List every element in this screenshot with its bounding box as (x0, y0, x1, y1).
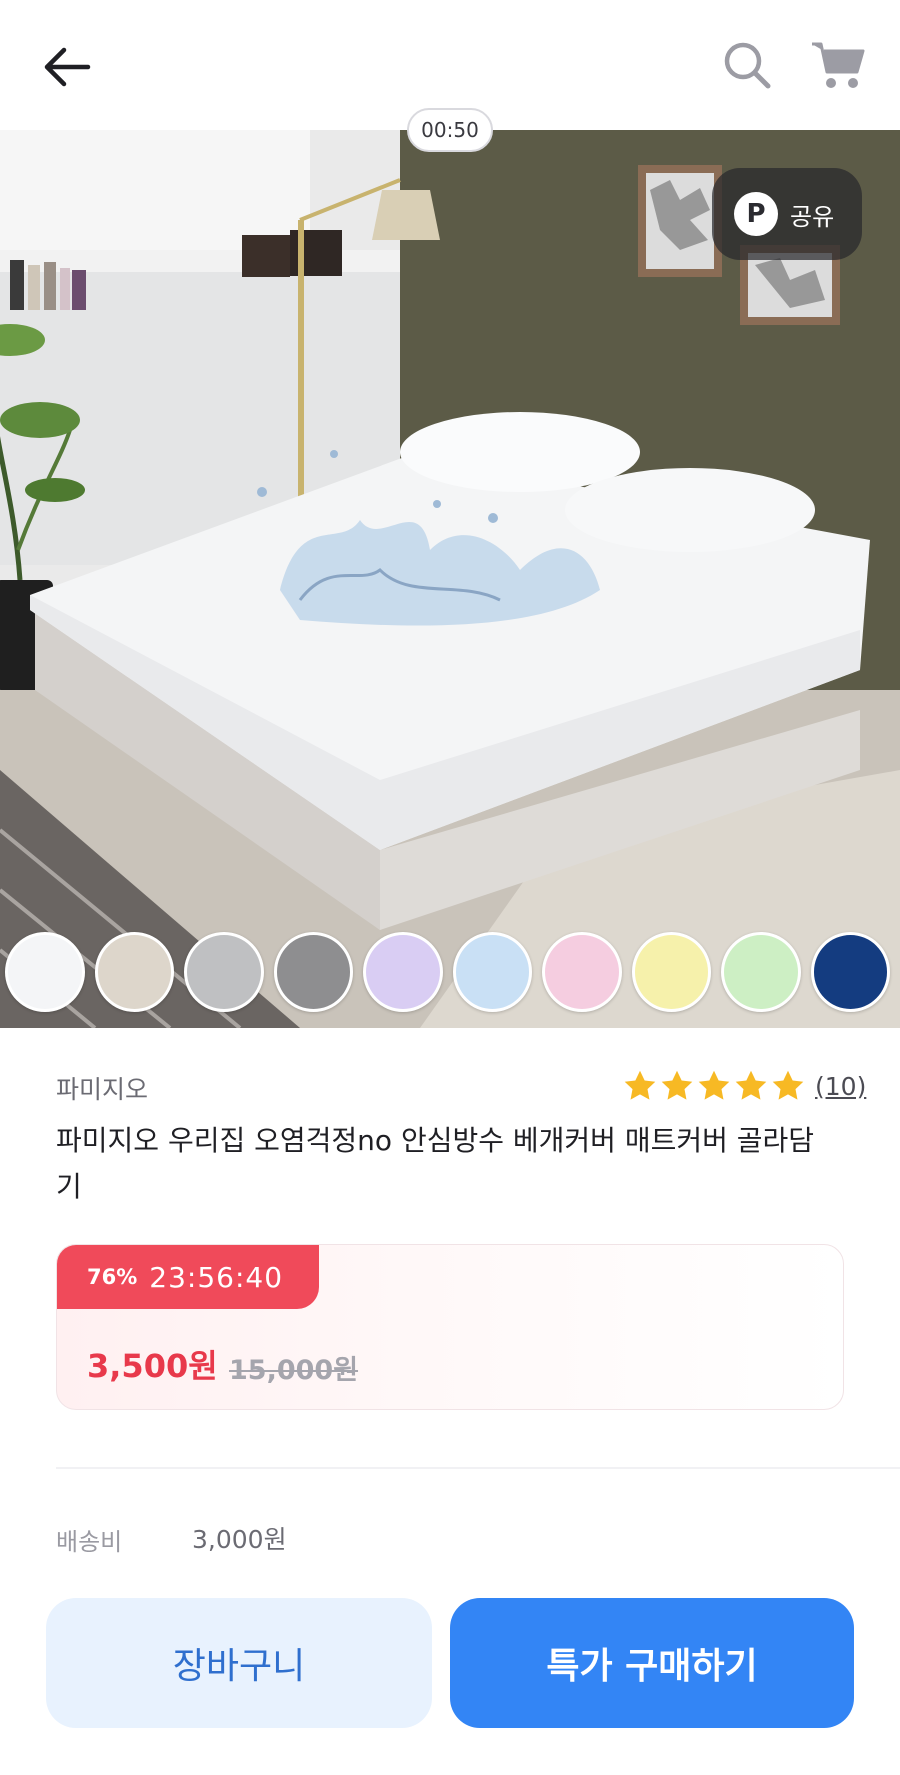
buy-now-button[interactable]: 특가 구매하기 (450, 1598, 854, 1728)
color-swatch-gray[interactable] (273, 932, 354, 1012)
star-icon (698, 1070, 730, 1100)
countdown-timer: 23:56:40 (149, 1260, 284, 1294)
share-button[interactable]: P 공유 (712, 168, 862, 260)
discount-rate: 76% (87, 1265, 138, 1289)
color-swatch-white[interactable] (5, 932, 85, 1012)
product-image[interactable]: P 공유 (0, 130, 900, 1028)
product-title: 파미지오 우리집 오염걱정no 안심방수 베개커버 매트커버 골라담기 (56, 1124, 815, 1203)
back-button[interactable] (36, 36, 98, 98)
rating[interactable]: (10) (622, 1068, 866, 1104)
color-swatch-beige[interactable] (94, 932, 175, 1012)
deal-countdown-badge: 76% 23:56:40 (57, 1245, 319, 1309)
search-button[interactable] (716, 34, 778, 96)
star-icon (624, 1070, 656, 1100)
cart-icon (812, 42, 865, 88)
color-swatch-sky-blue[interactable] (452, 932, 533, 1012)
color-swatch-navy[interactable] (810, 932, 891, 1012)
star-icon (661, 1070, 693, 1100)
bed-scene-illustration (0, 130, 900, 1028)
color-swatch-mint[interactable] (721, 932, 801, 1012)
shipping-fee-value: 3,000원 (192, 1525, 287, 1554)
shipping-fee-label: 배송비 (56, 1528, 123, 1556)
back-arrow-icon (44, 47, 91, 87)
video-timer-badge: 00:50 (407, 108, 493, 152)
cart-button[interactable] (806, 34, 870, 96)
original-price: 15,000원 (229, 1355, 359, 1386)
color-swatch-yellow[interactable] (631, 932, 712, 1012)
color-swatch-lavender[interactable] (363, 932, 443, 1012)
sale-price: 3,500원 (87, 1347, 218, 1385)
deal-price-card: 76% 23:56:40 3,500원 15,000원 (56, 1244, 844, 1410)
share-label: 공유 (790, 202, 835, 231)
search-icon (724, 42, 771, 89)
star-icon (735, 1070, 767, 1100)
brand-name[interactable]: 파미지오 (56, 1070, 148, 1106)
color-swatch-pink[interactable] (542, 932, 622, 1012)
color-swatch-list (5, 932, 900, 1016)
color-swatch-light-gray[interactable] (184, 932, 264, 1012)
add-to-cart-button[interactable]: 장바구니 (46, 1598, 432, 1728)
star-icon (772, 1070, 804, 1100)
review-count-link[interactable]: (10) (815, 1072, 866, 1101)
p-badge-icon: P (734, 192, 778, 236)
bottom-action-bar: 장바구니 특가 구매하기 (0, 1568, 900, 1775)
section-divider (56, 1467, 900, 1469)
